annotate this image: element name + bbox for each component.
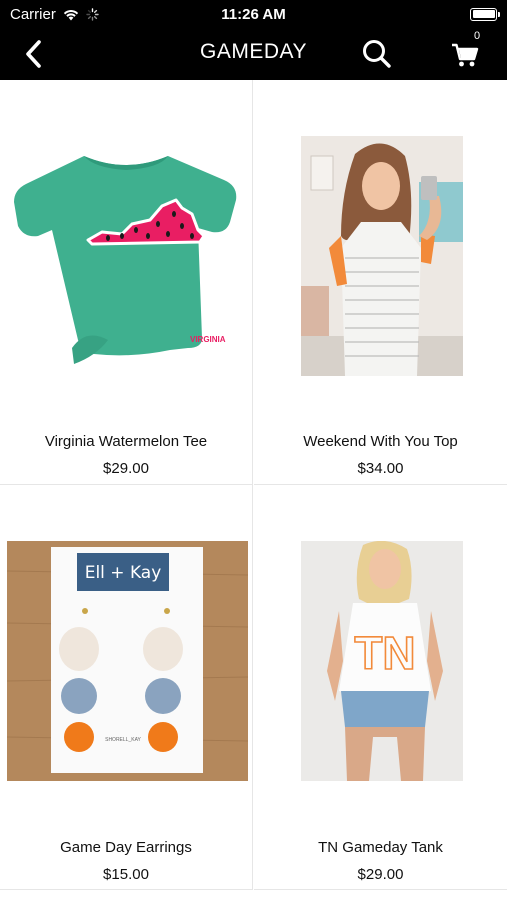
product-image-tn-tank: TN (301, 541, 463, 781)
status-left: Carrier (10, 6, 99, 23)
search-button[interactable] (360, 37, 394, 71)
product-price: $34.00 (357, 460, 404, 477)
product-image-weekend-top (301, 136, 463, 376)
product-name: Game Day Earrings (60, 839, 192, 856)
product-card[interactable]: VIRGINIA Virginia Watermelon Tee $29.00 (0, 80, 253, 485)
product-price: $29.00 (103, 460, 149, 477)
product-name: Virginia Watermelon Tee (44, 433, 208, 450)
activity-spinner-icon (86, 7, 99, 21)
tank-print-text: TN (354, 627, 415, 679)
carrier-label: Carrier (10, 5, 56, 23)
product-card[interactable]: Ell + Kay SHORELL_KAY Game Day Earrings … (0, 485, 253, 890)
cart-icon (452, 43, 479, 67)
status-bar: Carrier 11:26 AM (0, 0, 507, 28)
nav-bar: GAMEDAY 0 (0, 28, 507, 80)
page-title: GAMEDAY (200, 40, 307, 63)
cart-count-badge: 0 (474, 30, 481, 42)
product-price: $29.00 (357, 866, 404, 883)
product-price: $15.00 (103, 866, 149, 883)
product-name: TN Gameday Tank (318, 839, 443, 856)
cart-button[interactable]: 0 (450, 30, 490, 72)
search-icon (363, 40, 391, 68)
wifi-icon (63, 9, 78, 20)
earring-card-handle: SHORELL_KAY (105, 737, 141, 743)
product-image-virginia-tee: VIRGINIA (12, 142, 240, 372)
earring-card-brand: Ell + Kay (85, 563, 162, 583)
product-image-earrings: Ell + Kay SHORELL_KAY (7, 541, 248, 781)
product-card[interactable]: TN TN Gameday Tank $29.00 (254, 485, 507, 890)
product-card[interactable]: Weekend With You Top $34.00 (254, 80, 507, 485)
battery-icon (470, 7, 500, 21)
product-grid: VIRGINIA Virginia Watermelon Tee $29.00 (0, 80, 507, 900)
product-name: Weekend With You Top (303, 433, 458, 450)
tee-print-text: VIRGINIA (190, 335, 226, 344)
